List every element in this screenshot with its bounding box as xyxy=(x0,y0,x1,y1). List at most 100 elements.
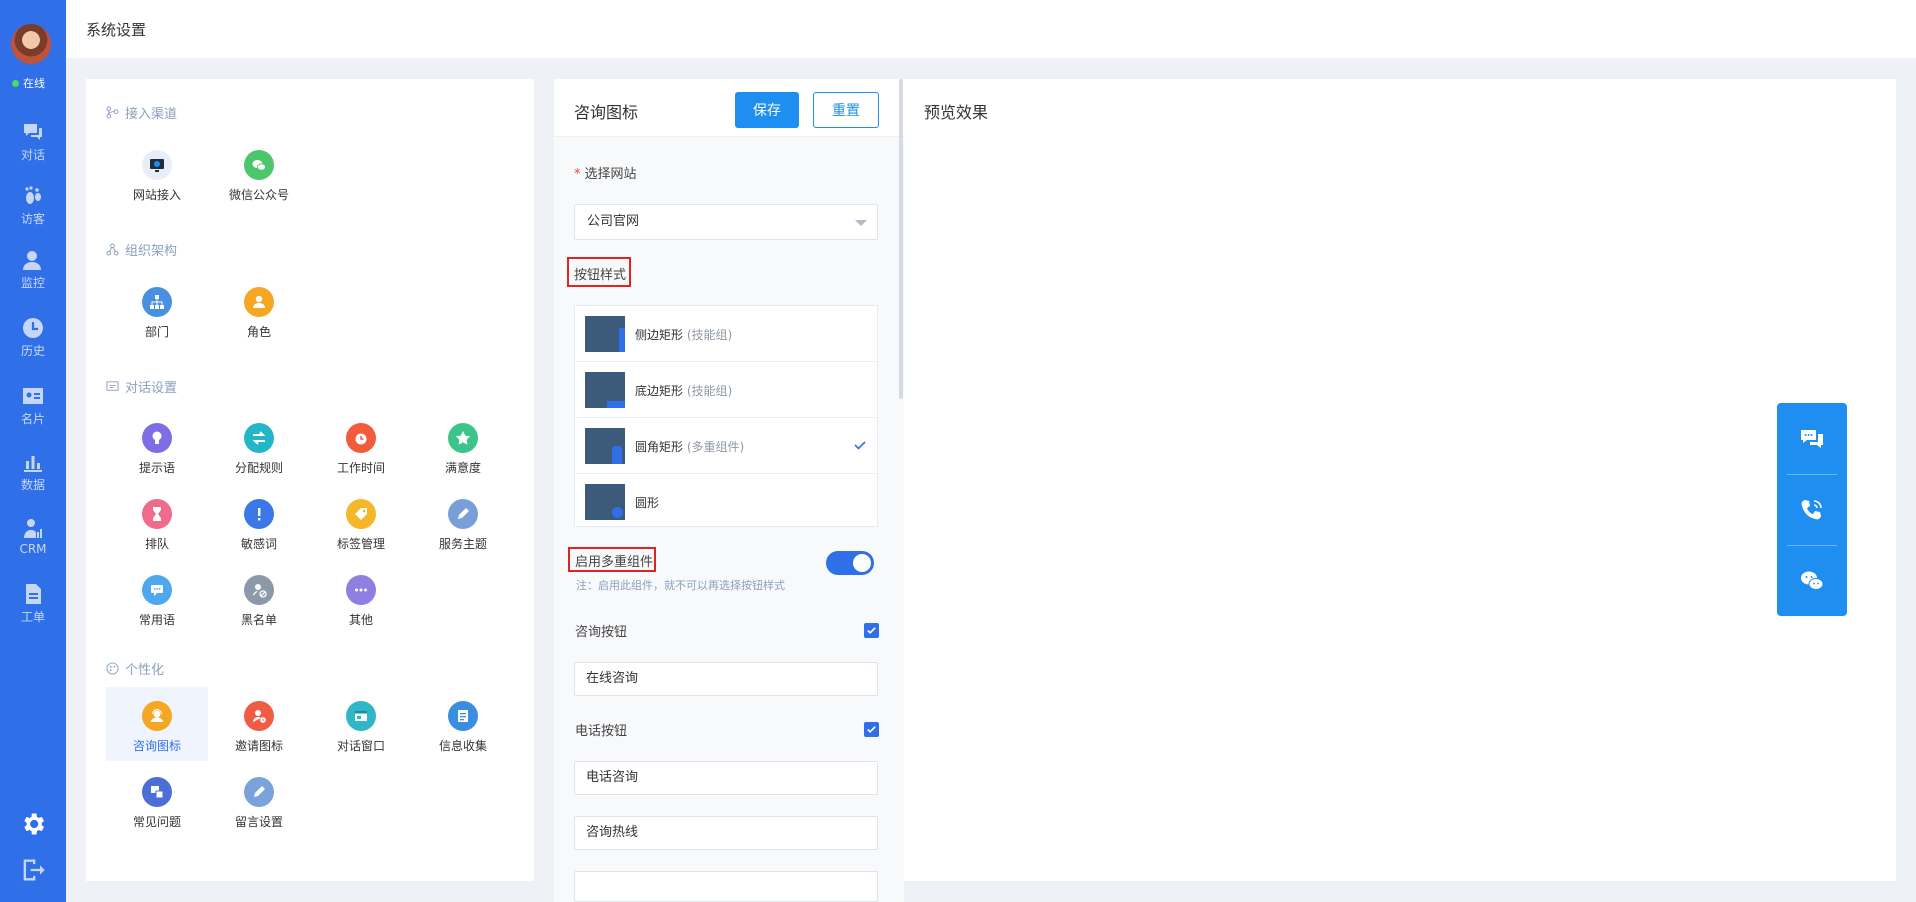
button-style-list: 侧边矩形 (技能组) 底边矩形 (技能组) 圆角矩形 (多重组件) 圆形 xyxy=(574,305,878,527)
menu-queue[interactable]: 排队 xyxy=(106,485,208,559)
checkmark-icon xyxy=(854,441,866,450)
style-name: 圆形 xyxy=(635,496,660,510)
style-option-side-rect[interactable]: 侧边矩形 (技能组) xyxy=(575,306,877,362)
menu-tag-management[interactable]: 标签管理 xyxy=(310,485,412,559)
edit-pen-icon xyxy=(244,777,274,807)
style-name: 圆角矩形 xyxy=(635,440,684,454)
next-input-partial[interactable] xyxy=(574,871,878,902)
style-thumb xyxy=(585,484,625,520)
menu-other[interactable]: 其他 xyxy=(310,561,412,635)
nav-label-chat: 对话 xyxy=(20,148,45,162)
menu-faq[interactable]: 常见问题 xyxy=(106,763,208,837)
consult-widget-preview xyxy=(1777,403,1847,616)
menu-info-collection[interactable]: 信息收集 xyxy=(412,687,514,761)
checkbox-check-icon xyxy=(867,627,876,634)
logout-icon[interactable] xyxy=(19,856,47,884)
style-option-circle[interactable]: 圆形 xyxy=(575,474,877,530)
menu-chat-window[interactable]: 对话窗口 xyxy=(310,687,412,761)
menu-satisfaction[interactable]: 满意度 xyxy=(412,409,514,483)
config-title: 咨询图标 xyxy=(574,103,639,122)
menu-consult-icon[interactable]: 咨询图标 xyxy=(106,687,208,761)
consult-button-checkbox[interactable] xyxy=(864,623,879,638)
menu-invite-icon[interactable]: 邀请图标 xyxy=(208,687,310,761)
menu-label: 对话窗口 xyxy=(336,739,385,753)
style-option-bottom-rect[interactable]: 底边矩形 (技能组) xyxy=(575,362,877,418)
menu-message-settings[interactable]: 留言设置 xyxy=(208,763,310,837)
consult-button-label: 咨询按钮 xyxy=(575,625,628,640)
save-button[interactable]: 保存 xyxy=(735,92,799,128)
menu-label: 信息收集 xyxy=(438,739,487,753)
section-title-text: 接入渠道 xyxy=(125,107,178,122)
phone-button-input[interactable]: 电话咨询 xyxy=(574,761,878,795)
hotline-input[interactable]: 咨询热线 xyxy=(574,816,878,850)
settings-menu-panel: 接入渠道 网站接入 微信公众号 组织架构 部门 角色 对话设置 提示语 分配规则… xyxy=(86,79,534,881)
document-icon xyxy=(26,584,41,604)
phone-button-checkbox[interactable] xyxy=(864,722,879,737)
section-title-channels: 接入渠道 xyxy=(106,103,177,122)
headset-user-icon xyxy=(142,701,172,731)
bar-chart-icon xyxy=(24,456,42,472)
menu-label: 服务主题 xyxy=(438,537,487,551)
style-sub: (多重组件) xyxy=(686,440,745,454)
menu-label: 排队 xyxy=(144,537,169,551)
nav-item-history[interactable]: 历史 xyxy=(0,316,66,372)
multi-component-note: 注：启用此组件，就不可以再选择按钮样式 xyxy=(576,579,785,592)
section-title-text: 对话设置 xyxy=(125,381,178,396)
multi-component-label: 启用多重组件 xyxy=(575,555,654,570)
menu-service-topic[interactable]: 服务主题 xyxy=(412,485,514,559)
wechat-icon xyxy=(244,150,274,180)
menu-website-access[interactable]: 网站接入 xyxy=(106,136,208,210)
menu-label: 网站接入 xyxy=(132,188,181,202)
tag-icon xyxy=(346,499,376,529)
style-option-rounded-rect[interactable]: 圆角矩形 (多重组件) xyxy=(575,418,877,474)
reset-button[interactable]: 重置 xyxy=(813,92,879,128)
nav-item-card[interactable]: 名片 xyxy=(0,384,66,440)
menu-common-phrases[interactable]: 常用语 xyxy=(106,561,208,635)
window-icon xyxy=(346,701,376,731)
widget-chat-button[interactable] xyxy=(1777,403,1847,474)
nav-item-chat[interactable]: 对话 xyxy=(0,120,66,176)
section-title-chat-settings: 对话设置 xyxy=(106,377,177,396)
footprint-icon xyxy=(25,186,41,204)
widget-phone-button[interactable] xyxy=(1777,474,1847,545)
menu-work-hours[interactable]: 工作时间 xyxy=(310,409,412,483)
menu-prompt[interactable]: 提示语 xyxy=(106,409,208,483)
top-bar: 系统设置 xyxy=(66,0,1916,58)
wechat-icon xyxy=(1801,571,1824,590)
section-title-text: 个性化 xyxy=(125,663,165,678)
menu-assignment-rules[interactable]: 分配规则 xyxy=(208,409,310,483)
avatar[interactable] xyxy=(11,24,51,64)
phone-button-label: 电话按钮 xyxy=(575,724,628,739)
menu-label: 敏感词 xyxy=(240,537,277,551)
menu-label: 微信公众号 xyxy=(228,188,289,202)
nav-item-data[interactable]: 数据 xyxy=(0,450,66,506)
scrollbar[interactable] xyxy=(899,79,903,399)
consult-button-input[interactable]: 在线咨询 xyxy=(574,662,878,696)
monitor-icon xyxy=(23,251,41,270)
menu-label: 常见问题 xyxy=(132,815,181,829)
nav-label-data: 数据 xyxy=(20,478,45,492)
menu-sensitive-words[interactable]: 敏感词 xyxy=(208,485,310,559)
menu-department[interactable]: 部门 xyxy=(106,273,208,347)
nav-item-visitor[interactable]: 访客 xyxy=(0,184,66,240)
nav-label-history: 历史 xyxy=(20,344,45,358)
site-select-value: 公司官网 xyxy=(587,214,640,229)
nav-item-crm[interactable]: CRM xyxy=(0,516,66,572)
alarm-clock-icon xyxy=(346,423,376,453)
nav-item-monitor[interactable]: 监控 xyxy=(0,248,66,304)
menu-blacklist[interactable]: 黑名单 xyxy=(208,561,310,635)
style-sub: (技能组) xyxy=(686,328,733,342)
widget-wechat-button[interactable] xyxy=(1777,545,1847,616)
crm-icon xyxy=(24,519,42,538)
nav-item-ticket[interactable]: 工单 xyxy=(0,582,66,638)
required-mark: * xyxy=(574,167,581,182)
menu-wechat-official[interactable]: 微信公众号 xyxy=(208,136,310,210)
multi-component-toggle[interactable] xyxy=(826,551,874,575)
menu-label: 留言设置 xyxy=(234,815,283,829)
menu-label: 标签管理 xyxy=(336,537,385,551)
menu-role[interactable]: 角色 xyxy=(208,273,310,347)
gear-icon[interactable] xyxy=(19,810,47,838)
faq-icon xyxy=(142,777,172,807)
site-select[interactable]: 公司官网 xyxy=(574,204,878,240)
menu-label: 分配规则 xyxy=(234,461,283,475)
